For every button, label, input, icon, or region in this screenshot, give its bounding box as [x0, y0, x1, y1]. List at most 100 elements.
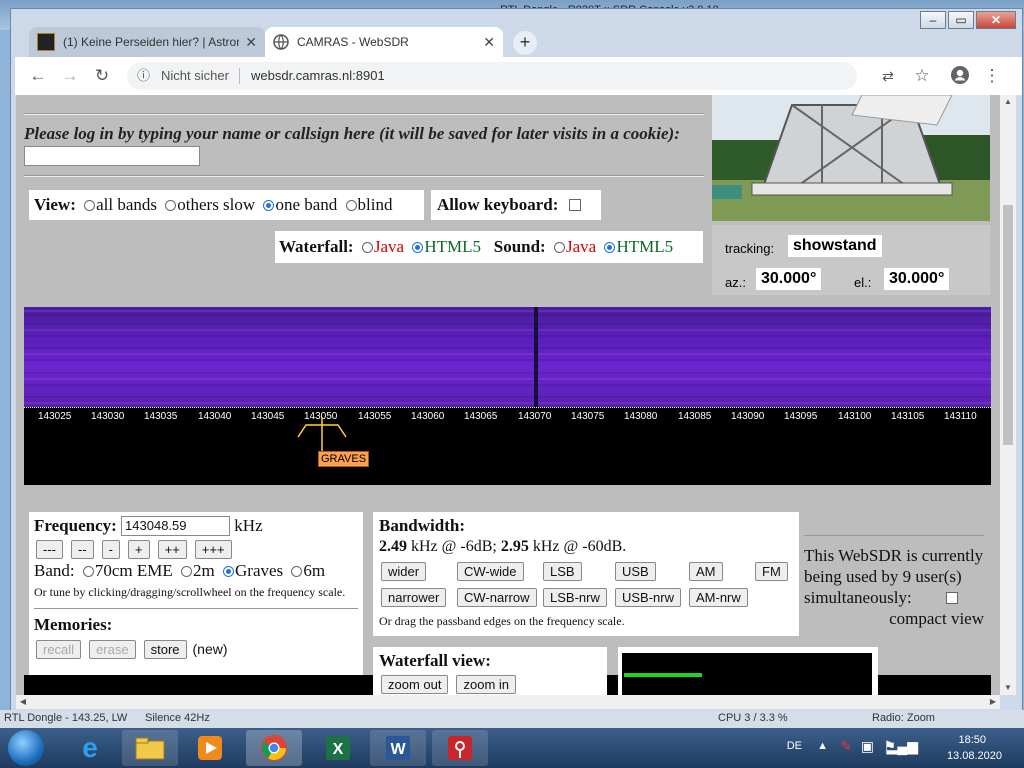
store-button[interactable]: store — [143, 640, 187, 659]
band-option-label: 2m — [193, 561, 215, 580]
word-icon[interactable]: W — [370, 730, 426, 766]
view-radio-all-bands[interactable] — [84, 200, 96, 211]
bookmark-star-icon[interactable]: ☆ — [911, 65, 933, 87]
usb-button[interactable]: USB — [615, 562, 656, 581]
sound-html5-radio[interactable] — [604, 242, 616, 253]
zoom-out-button[interactable]: zoom out — [381, 675, 449, 694]
scale-tick-label: 143035 — [144, 411, 178, 422]
tune-down-2-button[interactable]: -- — [71, 540, 94, 559]
smeter-frame — [618, 647, 878, 695]
tune-up-2-button[interactable]: ++ — [157, 540, 187, 559]
url-text[interactable]: websdr.camras.nl:8901 — [251, 62, 385, 90]
translate-icon[interactable]: ⇄ — [877, 65, 899, 87]
scroll-up-arrow-icon[interactable]: ▲ — [1000, 95, 1016, 109]
sound-java-radio[interactable] — [553, 242, 565, 253]
media-player-icon[interactable] — [182, 730, 238, 766]
webpage: Please log in by typing your name or cal… — [16, 95, 1000, 695]
device-tray-icon[interactable]: ▣ — [861, 738, 874, 755]
tune-down-1-button[interactable]: - — [101, 540, 121, 559]
band-option-label: 70cm EME — [94, 561, 173, 580]
clock-time[interactable]: 18:50 — [958, 734, 986, 746]
waterfall-java-radio[interactable] — [361, 242, 373, 253]
band-radio-6m[interactable] — [291, 566, 303, 577]
address-bar[interactable]: ⓘ Nicht sicher websdr.camras.nl:8901 — [127, 62, 857, 90]
am-narrow-button[interactable]: AM-nrw — [689, 588, 748, 607]
graves-station-label[interactable]: GRAVES — [318, 451, 370, 467]
tune-down-3-button[interactable]: --- — [36, 540, 63, 559]
waterfall-html5-label: HTML5 — [424, 237, 481, 256]
band-radio-2m[interactable] — [181, 566, 193, 577]
status-cpu: CPU 3 / 3.3 % — [718, 712, 788, 724]
forward-arrow-icon[interactable]: → — [59, 65, 81, 87]
close-tab-icon[interactable]: ✕ — [245, 34, 257, 51]
chrome-icon[interactable] — [246, 730, 302, 766]
scale-tick-label: 143110 — [944, 411, 977, 422]
compact-view-checkbox[interactable] — [945, 592, 958, 604]
horizontal-scrollbar[interactable]: ◀ ▶ — [16, 695, 1000, 709]
network-signal-icon[interactable]: ▂▄▆ — [887, 738, 918, 755]
frequency-scale[interactable]: 143025 143030 143035 143040 143045 14305… — [24, 407, 991, 485]
profile-avatar-icon[interactable] — [949, 65, 971, 87]
frequency-input[interactable]: 143048.59 — [121, 516, 231, 536]
lsb-button[interactable]: LSB — [543, 562, 582, 581]
menu-kebab-icon[interactable]: ⋮ — [981, 65, 1003, 87]
close-tab-icon[interactable]: ✕ — [483, 34, 495, 51]
zoom-in-button[interactable]: zoom in — [456, 675, 517, 694]
usb-narrow-button[interactable]: USB-nrw — [615, 588, 682, 607]
tune-up-1-button[interactable]: + — [128, 540, 150, 559]
acrobat-tray-icon[interactable]: ✎ — [840, 738, 852, 755]
scroll-left-arrow-icon[interactable]: ◀ — [16, 695, 30, 709]
passband-marker[interactable] — [294, 417, 354, 453]
bandwidth-label: Bandwidth: — [379, 516, 465, 535]
callsign-input[interactable] — [24, 146, 200, 167]
allow-keyboard-checkbox[interactable] — [568, 199, 581, 211]
waterfall-label: Waterfall: — [279, 237, 354, 256]
language-indicator[interactable]: DE — [787, 740, 802, 752]
tab-strip: (1) Keine Perseiden hier? | Astron ✕ CAM… — [15, 25, 1022, 57]
login-section: Please log in by typing your name or cal… — [24, 123, 684, 167]
scroll-down-arrow-icon[interactable]: ▼ — [1000, 681, 1016, 695]
sound-label: Sound: — [493, 237, 546, 256]
view-radio-others-slow[interactable] — [165, 200, 177, 211]
info-icon[interactable]: ⓘ — [137, 62, 150, 90]
recall-button[interactable]: recall — [36, 640, 82, 659]
band-label: Band: — [34, 561, 75, 580]
band-radio-70cm-eme[interactable] — [82, 566, 94, 577]
new-tab-button[interactable]: + — [513, 31, 537, 55]
back-arrow-icon[interactable]: ← — [27, 65, 49, 87]
browser-toolbar: ← → ↻ ⓘ Nicht sicher websdr.camras.nl:89… — [15, 57, 1022, 96]
waterfall-html5-radio[interactable] — [412, 242, 424, 253]
wider-button[interactable]: wider — [381, 562, 427, 581]
am-button[interactable]: AM — [689, 562, 723, 581]
cw-wide-button[interactable]: CW-wide — [457, 562, 524, 581]
signal-level-bar — [624, 673, 702, 677]
scrollbar-thumb[interactable] — [1003, 205, 1013, 445]
band-radio-graves[interactable] — [223, 566, 234, 577]
taskbar: e X W DE ▲ ✎ ▣ ⚑ ▂▄▆ 18:50 13.08.2020 — [0, 728, 1024, 768]
scroll-right-arrow-icon[interactable]: ▶ — [986, 695, 1000, 709]
reload-icon[interactable]: ↻ — [91, 65, 113, 87]
ie-icon[interactable]: e — [62, 730, 118, 766]
start-button-icon[interactable] — [8, 730, 44, 766]
lsb-narrow-button[interactable]: LSB-nrw — [543, 588, 607, 607]
tray-expand-icon[interactable]: ▲ — [817, 740, 828, 752]
waterfall-view-label: Waterfall view: — [379, 651, 491, 670]
excel-icon[interactable]: X — [310, 730, 366, 766]
clock-date[interactable]: 13.08.2020 — [947, 750, 1002, 762]
erase-button[interactable]: erase — [89, 640, 136, 659]
explorer-icon[interactable] — [122, 730, 178, 766]
tune-up-3-button[interactable]: +++ — [194, 540, 232, 559]
vertical-scrollbar[interactable]: ▲ ▼ — [1000, 95, 1016, 695]
view-radio-blind[interactable] — [345, 200, 357, 211]
tab-camras[interactable]: CAMRAS - WebSDR ✕ — [265, 27, 503, 57]
view-option-label: all bands — [96, 195, 158, 214]
cw-narrow-button[interactable]: CW-narrow — [457, 588, 537, 607]
memories-label: Memories: — [34, 615, 113, 634]
view-radio-one-band[interactable] — [263, 200, 275, 211]
tab-astronomie[interactable]: (1) Keine Perseiden hier? | Astron ✕ — [29, 27, 265, 57]
fm-button[interactable]: FM — [755, 562, 788, 581]
waterfall-display[interactable] — [24, 307, 991, 407]
sdr-icon[interactable] — [432, 730, 488, 766]
scale-tick-label: 143065 — [464, 411, 498, 422]
narrower-button[interactable]: narrower — [381, 588, 447, 607]
